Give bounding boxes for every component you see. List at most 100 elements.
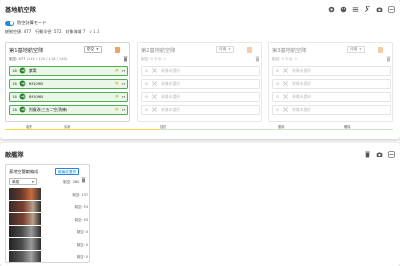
slot-equipment-name: Bf109B bbox=[29, 81, 43, 87]
slot-count: 0 bbox=[276, 68, 279, 73]
equipment-slot[interactable]: 0 装備未選択 bbox=[272, 66, 391, 76]
base-title: 第3基地航空隊 bbox=[272, 48, 307, 54]
ship-air-stat: 制空: 53 bbox=[74, 205, 88, 209]
equipment-slot[interactable]: 0 装備未選択 bbox=[141, 66, 260, 76]
fleet-air-stat: 制空: 380 bbox=[63, 179, 80, 184]
reset-icon[interactable] bbox=[327, 5, 335, 13]
ship-portrait bbox=[9, 213, 41, 225]
base-air-header-icons bbox=[327, 5, 395, 13]
enemy-fleet-header-icons bbox=[363, 150, 395, 158]
version-label: v 1.3 bbox=[89, 29, 100, 34]
base-mode-value: 待機 bbox=[219, 47, 227, 52]
formation-value: 単縦 bbox=[12, 180, 20, 184]
trash-icon[interactable] bbox=[123, 47, 128, 61]
equipment-slot[interactable]: 0 装備未選択 bbox=[272, 105, 391, 115]
equipment-slot[interactable]: 0 装備未選択 bbox=[141, 92, 260, 102]
slot-equipment-name: 烈風改(三五二空/熟練) bbox=[29, 106, 68, 112]
base-panel-3: 第3基地航空隊 待機 ▼ 制空: 0 半径: 0 0 装備未選択 0 装備未選択 0 装… bbox=[268, 42, 393, 122]
proficiency-icon: » bbox=[114, 67, 119, 75]
ship-portrait bbox=[9, 188, 41, 200]
list-icon[interactable] bbox=[351, 5, 359, 13]
enemy-ship[interactable]: 制空: 0 bbox=[9, 250, 88, 263]
range-stat: 行動半径: 572 bbox=[35, 29, 62, 34]
slot-equipment-name: 装備未選択 bbox=[292, 106, 311, 112]
enemy-ship[interactable]: 制空: 0 bbox=[9, 225, 88, 238]
base-air-stats: 総制空値: 477 行動半径: 572 対象海域 7 v 1.3 bbox=[5, 29, 99, 35]
base-range-value: 制空: 477 bbox=[9, 57, 26, 61]
base-range-value: 制空: 0 bbox=[141, 57, 153, 61]
base-range-sub: 半径: 0 bbox=[153, 57, 166, 61]
base-range: 制空: 477 (114 / 120 / 118 / 140) bbox=[9, 57, 67, 62]
slot-count: 0 bbox=[145, 68, 148, 73]
slot-equipment-name: Bf109B bbox=[29, 94, 43, 100]
slot-level: 77 bbox=[121, 68, 126, 73]
slot-count: 0 bbox=[145, 81, 148, 86]
defense-mode-toggle[interactable] bbox=[5, 20, 14, 26]
save-icon[interactable] bbox=[378, 46, 383, 53]
slot-count: 18 bbox=[12, 107, 17, 112]
camera-icon[interactable] bbox=[375, 5, 383, 13]
formation-select[interactable]: 単縦 ▼ bbox=[9, 178, 37, 185]
equipment-slot[interactable]: 0 装備未選択 bbox=[272, 79, 391, 89]
fighter-icon bbox=[19, 80, 26, 87]
defense-mode-label: 防空計算モード bbox=[17, 20, 47, 25]
slot-equipment-name: 装備未選択 bbox=[292, 93, 311, 99]
base-air-title: 基地航空隊 bbox=[5, 7, 36, 14]
trash-icon[interactable] bbox=[386, 47, 391, 61]
slot-count: 0 bbox=[145, 107, 148, 112]
base-mode-select[interactable]: 防空 ▼ bbox=[84, 46, 102, 53]
equipment-slot[interactable]: 0 装備未選択 bbox=[272, 92, 391, 102]
enemy-ship[interactable]: 制空: 0 bbox=[9, 238, 88, 250]
slot-count: 0 bbox=[145, 94, 148, 99]
equipment-slot[interactable]: 18 Bf109B » 77 bbox=[9, 79, 128, 89]
chevron-down-icon: ▼ bbox=[359, 47, 362, 52]
fleet-panel-title: 基地空襲敵編成 bbox=[9, 169, 39, 174]
ship-air-stat: 制空: 137 bbox=[72, 192, 88, 197]
base-mode-select[interactable]: 待機 ▼ bbox=[347, 46, 365, 53]
wrench-icon[interactable] bbox=[363, 5, 371, 13]
ship-air-stat: 制空: 53 bbox=[74, 217, 88, 222]
trash-icon[interactable] bbox=[255, 47, 260, 61]
air-state-bar bbox=[5, 129, 393, 131]
trash-icon[interactable] bbox=[363, 150, 371, 158]
chevron-down-icon: ▼ bbox=[31, 180, 34, 184]
equipment-slot[interactable]: 18 紫電 » 77 bbox=[9, 66, 128, 76]
equipment-slot[interactable]: 18 烈風改(三五二空/熟練) » 77 bbox=[9, 105, 128, 115]
save-icon[interactable] bbox=[115, 46, 120, 53]
base-title: 第1基地航空隊 bbox=[9, 48, 44, 54]
save-icon[interactable] bbox=[247, 46, 252, 53]
camera-icon[interactable] bbox=[375, 150, 383, 158]
palette-icon[interactable] bbox=[339, 5, 347, 13]
equipment-slot[interactable]: 18 Bf109B » 77 bbox=[9, 92, 128, 102]
air-state-bar-fill bbox=[5, 129, 161, 131]
slot-equipment-name: 装備未選択 bbox=[161, 67, 180, 73]
slot-equipment-name: 装備未選択 bbox=[292, 80, 311, 86]
ship-portrait bbox=[9, 238, 41, 250]
minimize-icon[interactable] bbox=[387, 150, 395, 158]
slot-count: 0 bbox=[276, 107, 279, 112]
enemy-ship[interactable]: 制空: 53 bbox=[9, 200, 88, 213]
base-mode-value: 待機 bbox=[350, 47, 358, 52]
base-mode-select[interactable]: 待機 ▼ bbox=[216, 46, 234, 53]
page: 基地航空隊 防空計算モード 総制空値: 477 行動半径: 572 対象海域 7… bbox=[0, 0, 400, 266]
trash-icon[interactable] bbox=[81, 168, 86, 183]
equipment-slot[interactable]: 0 装備未選択 bbox=[141, 105, 260, 115]
base-title: 第2基地航空隊 bbox=[141, 48, 176, 54]
minimize-icon[interactable] bbox=[387, 5, 395, 13]
slot-count: 0 bbox=[276, 81, 279, 86]
slot-count: 18 bbox=[12, 81, 17, 86]
enemy-ship[interactable]: 制空: 53 bbox=[9, 213, 88, 225]
base-range: 制空: 0 半径: 0 bbox=[272, 57, 297, 62]
enemy-ship[interactable]: 制空: 137 bbox=[9, 188, 88, 200]
base-range-sub: (114 / 120 / 118 / 140) bbox=[26, 57, 68, 61]
slot-count: 18 bbox=[12, 94, 17, 99]
ship-portrait bbox=[9, 250, 41, 263]
ship-air-stat: 制空: 0 bbox=[76, 230, 88, 234]
ship-portrait bbox=[9, 200, 41, 213]
enemy-fleet-title: 敵艦隊 bbox=[5, 152, 24, 159]
ship-portrait bbox=[9, 225, 41, 238]
empty-slot-icon bbox=[151, 106, 158, 113]
select-enemy-button[interactable]: 敵編成選択 bbox=[55, 167, 79, 175]
base-panel-1: 第1基地航空隊 防空 ▼ 制空: 477 (114 / 120 / 118 / 1… bbox=[5, 42, 130, 122]
equipment-slot[interactable]: 0 装備未選択 bbox=[141, 79, 260, 89]
